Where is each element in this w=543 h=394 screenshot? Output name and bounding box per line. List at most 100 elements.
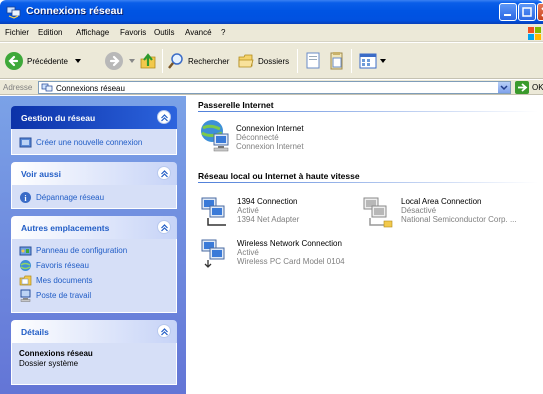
collapse-chevron-icon[interactable] <box>157 110 171 124</box>
folders-button[interactable]: Dossiers <box>237 52 289 70</box>
control-panel-link[interactable]: Panneau de configuration <box>19 244 127 257</box>
menu-help[interactable]: ? <box>221 28 225 37</box>
move-to-icon <box>306 52 320 69</box>
toolbar-separator <box>297 49 298 73</box>
close-icon <box>541 7 543 17</box>
up-folder-icon <box>140 53 156 69</box>
details-name: Connexions réseau <box>19 349 93 358</box>
network-places-icon <box>20 260 31 271</box>
connection-status: Déconnecté <box>236 133 279 142</box>
group-divider <box>198 111 538 112</box>
go-arrow-icon <box>518 83 528 92</box>
menu-outils[interactable]: Outils <box>154 28 174 37</box>
forward-button[interactable] <box>104 51 136 71</box>
window-title: Connexions réseau <box>26 5 123 17</box>
up-folder-button[interactable] <box>138 51 158 71</box>
troubleshoot-label: Dépannage réseau <box>36 193 105 202</box>
minimize-button[interactable] <box>499 3 517 21</box>
connection-item-lan[interactable]: Local Area Connection Désactivé National… <box>362 194 542 230</box>
connection-device: National Semiconductor Corp. ... <box>401 215 517 224</box>
connection-status: Désactivé <box>401 206 437 215</box>
title-bar[interactable]: Connexions réseau <box>0 0 543 24</box>
network-adapter-icon <box>201 197 226 226</box>
menu-edition[interactable]: Edition <box>38 28 62 37</box>
address-field[interactable]: Connexions réseau <box>38 81 511 94</box>
back-label: Précédente <box>27 56 68 66</box>
network-tasks-body: Créer une nouvelle connexion <box>11 129 177 155</box>
address-value: Connexions réseau <box>56 83 125 93</box>
address-dropdown-button[interactable] <box>498 82 510 93</box>
other-places-header[interactable]: Autres emplacements <box>11 216 177 239</box>
connection-item-internet[interactable]: Connexion Internet Déconnecté Connexion … <box>198 118 378 158</box>
network-connections-icon <box>6 6 21 19</box>
search-label: Rechercher <box>188 56 230 66</box>
close-button[interactable] <box>537 3 543 21</box>
create-connection-label: Créer une nouvelle connexion <box>36 138 143 147</box>
gateway-group-title: Passerelle Internet <box>198 100 274 110</box>
collapse-chevron-icon[interactable] <box>157 220 171 234</box>
details-title: Détails <box>21 327 49 337</box>
move-to-button[interactable] <box>304 51 322 71</box>
back-arrow-icon <box>5 52 23 70</box>
copy-to-button[interactable] <box>327 51 345 71</box>
control-panel-icon <box>19 246 32 256</box>
details-header[interactable]: Détails <box>11 320 177 343</box>
connection-name: 1394 Connection <box>237 197 298 206</box>
network-tasks-header[interactable]: Gestion du réseau <box>11 106 177 129</box>
maximize-button[interactable] <box>518 3 536 21</box>
collapse-chevron-icon[interactable] <box>157 166 171 180</box>
go-label[interactable]: OK <box>532 83 543 92</box>
menu-fichier[interactable]: Fichier <box>5 28 29 37</box>
menu-affichage[interactable]: Affichage <box>76 28 109 37</box>
address-bar: Adresse Connexions réseau OK <box>0 80 543 95</box>
menu-favoris[interactable]: Favoris <box>120 28 146 37</box>
other-places-title: Autres emplacements <box>21 223 110 233</box>
copy-to-icon <box>330 52 343 70</box>
control-panel-label: Panneau de configuration <box>36 246 128 255</box>
toolbar-separator <box>162 49 163 73</box>
chevron-down-icon <box>500 85 508 91</box>
see-also-title: Voir aussi <box>21 169 61 179</box>
details-type: Dossier système <box>19 359 79 368</box>
views-button[interactable] <box>358 51 387 71</box>
network-connections-icon <box>41 83 53 92</box>
new-connection-icon <box>19 137 32 148</box>
forward-dropdown-icon[interactable] <box>128 57 136 65</box>
maximize-icon <box>522 7 532 17</box>
help-info-icon: i <box>20 192 31 203</box>
connection-item-wireless[interactable]: Wireless Network Connection Activé Wirel… <box>200 236 400 272</box>
connection-device: Wireless PC Card Model 0104 <box>237 257 345 266</box>
see-also-body: i Dépannage réseau <box>11 185 177 209</box>
menu-bar: Fichier Edition Affichage Favoris Outils… <box>0 24 543 42</box>
network-places-link[interactable]: Favoris réseau <box>19 259 89 272</box>
search-button[interactable]: Rechercher <box>167 52 229 70</box>
views-icon <box>359 53 377 69</box>
connection-name: Wireless Network Connection <box>237 239 342 248</box>
folders-icon <box>238 54 254 68</box>
network-adapter-disabled-icon <box>363 197 393 228</box>
my-documents-icon <box>19 275 32 286</box>
collapse-chevron-icon[interactable] <box>157 324 171 338</box>
back-button[interactable]: Précédente <box>4 51 82 71</box>
details-body: Connexions réseau Dossier système <box>11 343 177 385</box>
group-divider <box>198 182 538 183</box>
go-button[interactable] <box>515 81 529 94</box>
other-places-body: Panneau de configuration Favoris réseau … <box>11 239 177 313</box>
connection-device: Connexion Internet <box>236 142 304 151</box>
dropdown-arrow-icon[interactable] <box>74 57 82 65</box>
internet-gateway-icon <box>201 120 229 152</box>
toolbar-separator <box>351 49 352 73</box>
my-documents-link[interactable]: Mes documents <box>19 274 92 287</box>
connection-item-1394[interactable]: 1394 Connection Activé 1394 Net Adapter <box>200 194 370 230</box>
views-dropdown-icon[interactable] <box>379 57 387 65</box>
menu-avance[interactable]: Avancé <box>185 28 212 37</box>
main-content: Passerelle Internet Connexion Internet D… <box>186 96 543 394</box>
lan-group-title: Réseau local ou Internet à haute vitesse <box>198 171 360 181</box>
network-tasks-title: Gestion du réseau <box>21 113 96 123</box>
task-pane: Gestion du réseau Créer une nouvelle con… <box>0 96 186 394</box>
my-computer-link[interactable]: Poste de travail <box>19 289 91 302</box>
see-also-header[interactable]: Voir aussi <box>11 162 177 185</box>
my-computer-icon <box>20 289 31 302</box>
troubleshoot-link[interactable]: i Dépannage réseau <box>19 191 104 204</box>
create-connection-link[interactable]: Créer une nouvelle connexion <box>19 136 142 149</box>
